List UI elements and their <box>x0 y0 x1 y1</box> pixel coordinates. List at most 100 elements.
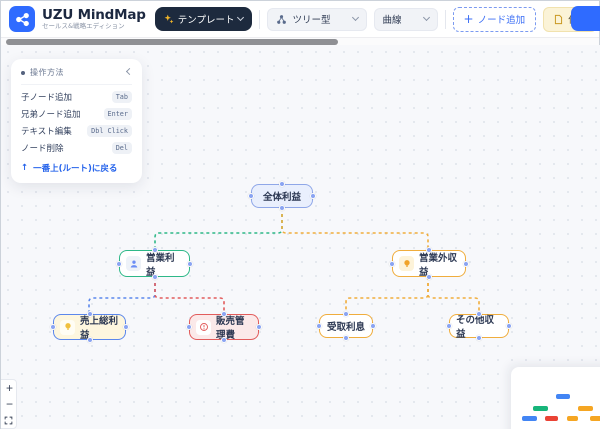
node-gross-label: 売上総利益 <box>80 316 119 341</box>
mindmap-canvas[interactable]: 全体利益 営業利益 営業外収益 売上総利益 販売管理費 受取利息 その他収益 操… <box>1 45 600 429</box>
node-handle[interactable] <box>370 323 376 329</box>
app-title: UZU MindMap <box>42 7 146 23</box>
layout-type-value: ツリー型 <box>292 15 331 26</box>
shortcut-key: Del <box>111 142 132 154</box>
shortcut-label: テキスト編集 <box>21 127 72 137</box>
minimap-node-operating <box>533 406 548 411</box>
toolbar-divider <box>444 9 446 29</box>
node-handle[interactable] <box>151 247 158 253</box>
shortcut-key: Enter <box>103 108 132 120</box>
zoom-controls: + − <box>1 379 17 429</box>
shortcut-label: 兄弟ノード追加 <box>21 110 81 120</box>
layout-type-select[interactable]: ツリー型 <box>267 7 367 31</box>
node-handle[interactable] <box>463 260 469 267</box>
help-panel-header: 操作方法 <box>21 67 134 85</box>
node-handle[interactable] <box>389 260 395 267</box>
node-handle[interactable] <box>426 247 432 253</box>
chevron-down-icon <box>237 13 245 22</box>
minimap-node-interest <box>567 416 578 421</box>
template-button[interactable]: テンプレート <box>154 7 253 31</box>
node-root-label: 全体利益 <box>262 192 301 203</box>
toolbar: UZU MindMap セールス&戦略エディション テンプレート ツリー型 曲線… <box>1 1 600 37</box>
node-handle[interactable] <box>151 274 158 280</box>
lightbulb-icon <box>399 256 414 271</box>
node-handle[interactable] <box>343 311 349 317</box>
help-panel-title: 操作方法 <box>30 68 64 77</box>
node-interest-income[interactable]: 受取利息 <box>316 311 376 341</box>
node-handle[interactable] <box>256 324 262 330</box>
node-handle[interactable] <box>279 181 285 187</box>
edge-operating-sga <box>154 277 225 314</box>
toolbar-scrollbar-track[interactable] <box>1 37 599 45</box>
node-handle[interactable] <box>506 323 512 329</box>
zoom-in-button[interactable]: + <box>1 380 16 396</box>
node-handle[interactable] <box>86 311 93 317</box>
edge-root-nonoperating <box>281 208 429 250</box>
edge-nonop-interest <box>345 277 429 314</box>
node-operating-label: 営業利益 <box>146 252 175 278</box>
minimap[interactable] <box>511 367 600 429</box>
node-handle[interactable] <box>279 205 285 211</box>
line-style-select[interactable]: 曲線 <box>373 7 438 31</box>
toolbar-divider <box>259 9 261 29</box>
node-nonoperating-income[interactable]: 営業外収益 <box>389 247 469 280</box>
edge-root-operating <box>154 208 283 250</box>
node-handle[interactable] <box>116 260 122 267</box>
zoom-out-button[interactable]: − <box>1 396 16 412</box>
shortcut-row: ノード削除 Del <box>21 142 132 154</box>
node-handle[interactable] <box>310 193 316 199</box>
alert-circle-icon <box>196 319 211 335</box>
node-handle[interactable] <box>187 260 193 267</box>
bullet-dot-icon <box>21 70 25 75</box>
node-handle[interactable] <box>86 337 93 343</box>
help-panel: 操作方法 子ノード追加 Tab 兄弟ノード追加 Enter テキスト編集 Dbl… <box>11 59 142 183</box>
node-operating-profit[interactable]: 営業利益 <box>116 247 193 280</box>
fit-view-icon <box>4 416 13 424</box>
node-handle[interactable] <box>446 323 452 329</box>
collapse-chevron-left-icon[interactable] <box>125 67 134 75</box>
share-network-icon <box>15 12 29 26</box>
minimap-node-gross <box>522 416 537 421</box>
node-handle[interactable] <box>426 274 432 280</box>
node-handle[interactable] <box>221 311 227 317</box>
edge-operating-gross <box>88 277 156 314</box>
sparkles-icon <box>164 14 174 24</box>
chevron-down-icon <box>422 13 430 22</box>
node-gross-profit[interactable]: 売上総利益 <box>50 311 129 343</box>
node-handle[interactable] <box>123 324 129 330</box>
node-handle[interactable] <box>316 323 322 329</box>
add-node-label: ノード追加 <box>477 15 526 26</box>
app-title-block: UZU MindMap セールス&戦略エディション <box>42 8 146 30</box>
plus-icon: + <box>463 12 474 26</box>
shortcut-key: Dbl Click <box>87 125 132 137</box>
shortcut-row: 子ノード追加 Tab <box>21 91 132 103</box>
node-handle[interactable] <box>476 311 482 317</box>
node-sga-expenses[interactable]: 販売管理費 <box>186 311 262 343</box>
save-button-cutoff[interactable] <box>571 6 600 31</box>
minimap-node-root <box>556 394 570 399</box>
tree-layout-icon <box>277 14 287 24</box>
back-to-root-label: 一番上(ルート)に戻る <box>33 164 118 174</box>
lightbulb-icon <box>60 319 75 335</box>
back-to-root-link[interactable]: ↑ 一番上(ルート)に戻る <box>21 162 132 174</box>
uzu-mindmap-app: { "toolbar": { "app_title": "UZU MindMap… <box>0 0 600 429</box>
node-interest-label: 受取利息 <box>326 322 365 333</box>
node-root[interactable]: 全体利益 <box>248 181 316 211</box>
shortcut-label: 子ノード追加 <box>21 93 73 103</box>
node-other-income[interactable]: その他収益 <box>446 311 512 341</box>
sticky-note-icon <box>555 14 563 24</box>
shortcut-key: Tab <box>111 91 132 103</box>
node-handle[interactable] <box>343 335 349 341</box>
minimap-node-sga <box>545 416 558 421</box>
node-handle[interactable] <box>476 335 482 341</box>
node-handle[interactable] <box>248 193 254 199</box>
node-handle[interactable] <box>50 324 56 330</box>
person-icon <box>126 256 141 271</box>
edge-nonop-other <box>427 277 480 314</box>
shortcut-label: ノード削除 <box>21 144 64 154</box>
minimap-node-other <box>590 416 600 421</box>
fit-view-button[interactable] <box>1 412 16 428</box>
node-handle[interactable] <box>186 324 192 330</box>
node-handle[interactable] <box>221 337 227 343</box>
add-node-button[interactable]: + ノード追加 <box>452 6 537 32</box>
